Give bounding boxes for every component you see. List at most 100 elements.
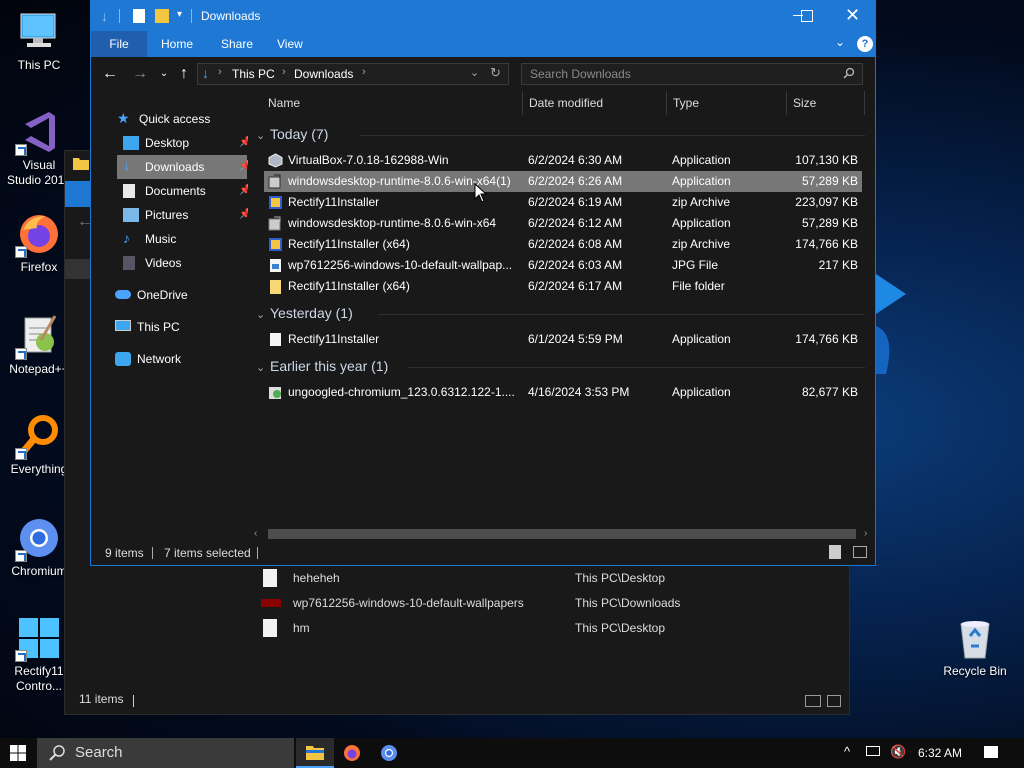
background-nav-selection	[65, 259, 91, 279]
nav-onedrive[interactable]: OneDrive	[115, 283, 245, 307]
column-header-name[interactable]: Name	[268, 91, 300, 115]
nav-desktop[interactable]: Desktop 📌	[123, 131, 251, 155]
taskbar-firefox[interactable]	[343, 744, 361, 762]
network-status-icon[interactable]	[866, 746, 880, 756]
speaker-muted-icon[interactable]: 🔇	[890, 744, 906, 760]
file-row[interactable]: Rectify11Installer (x64) 6/2/2024 6:08 A…	[264, 234, 862, 255]
search-input[interactable]: Search Downloads	[521, 63, 863, 85]
file-date: 6/2/2024 6:19 AM	[528, 195, 623, 209]
column-separator[interactable]	[864, 91, 865, 115]
column-header-date-modified[interactable]: Date modified	[529, 91, 603, 115]
desktop-icon-label: Visual Studio 2017	[6, 158, 72, 187]
search-result-row[interactable]: wp7612256-windows-10-default-wallpapers …	[261, 592, 821, 614]
help-icon[interactable]: ?	[857, 36, 873, 52]
file-size: 57,289 KB	[801, 174, 858, 188]
column-separator[interactable]	[786, 91, 787, 115]
large-icons-view-icon[interactable]	[853, 546, 867, 558]
zip-archive-icon	[268, 195, 283, 210]
notifications-icon[interactable]	[984, 746, 998, 758]
address-dropdown-icon[interactable]: ⌄	[470, 66, 479, 79]
desktop-icon-this-pc[interactable]: This PC	[2, 8, 76, 73]
chevron-down-icon[interactable]: ▾	[177, 9, 182, 20]
address-bar[interactable]: ↓ › This PC › Downloads › ⌄ ↻	[197, 63, 509, 85]
breadcrumb-downloads[interactable]: Downloads	[294, 67, 353, 81]
image-thumbnail-icon	[261, 599, 281, 607]
file-date: 6/2/2024 6:30 AM	[528, 153, 623, 167]
column-header-type[interactable]: Type	[673, 91, 699, 115]
tab-file[interactable]: File	[91, 31, 147, 57]
document-icon	[263, 569, 277, 587]
search-result-row[interactable]: hm This PC\Desktop	[261, 617, 821, 639]
zip-archive-icon	[268, 237, 283, 252]
file-row[interactable]: wp7612256-windows-10-default-wallpap... …	[264, 255, 862, 276]
file-date: 6/1/2024 5:59 PM	[528, 332, 623, 346]
column-separator[interactable]	[666, 91, 667, 115]
background-status-text: 11 items	[79, 692, 124, 706]
search-result-row[interactable]: heheheh This PC\Desktop	[261, 567, 821, 589]
breadcrumb-this-pc[interactable]: This PC	[232, 67, 275, 81]
nav-network[interactable]: Network	[115, 347, 245, 371]
file-row[interactable]: Rectify11Installer (x64) 6/2/2024 6:17 A…	[264, 276, 862, 297]
file-date: 6/2/2024 6:03 AM	[528, 258, 623, 272]
expand-ribbon-icon[interactable]: ⌄	[835, 35, 845, 49]
forward-arrow-icon[interactable]: →	[131, 65, 149, 83]
taskbar-search-box[interactable]: Search	[37, 738, 294, 768]
taskbar-file-explorer[interactable]	[296, 738, 334, 768]
background-window-ribbon	[65, 181, 91, 207]
title-bar[interactable]: ↓ ▾ Downloads ✕	[91, 1, 875, 31]
nav-documents[interactable]: Documents 📌	[123, 179, 251, 203]
file-row[interactable]: windowsdesktop-runtime-8.0.6-win-x64(1) …	[264, 171, 862, 192]
group-header-earlier-this-year[interactable]: ⌄ Earlier this year (1)	[256, 354, 388, 378]
maximize-button[interactable]	[801, 10, 813, 22]
nav-pictures[interactable]: Pictures 📌	[123, 203, 251, 227]
file-size: 174,766 KB	[795, 332, 858, 346]
large-icons-view-icon[interactable]	[827, 695, 841, 707]
result-location: This PC\Desktop	[575, 571, 666, 585]
desktop-icon-recycle-bin[interactable]: Recycle Bin	[938, 614, 1012, 679]
details-view-icon[interactable]	[829, 545, 841, 559]
nav-music[interactable]: ♪ Music	[123, 227, 247, 251]
file-name: windowsdesktop-runtime-8.0.6-win-x64	[288, 216, 497, 230]
back-arrow-icon[interactable]: ←	[101, 65, 119, 83]
horizontal-scrollbar[interactable]: ‹ ›	[248, 527, 875, 541]
file-row[interactable]: ungoogled-chromium_123.0.6312.122-1.... …	[264, 382, 862, 403]
properties-icon[interactable]	[133, 9, 145, 23]
nav-this-pc[interactable]: This PC	[115, 315, 245, 339]
scrollbar-thumb[interactable]	[268, 529, 856, 539]
nav-videos[interactable]: Videos	[123, 251, 247, 275]
nav-downloads[interactable]: ↓ Downloads 📌	[117, 155, 251, 179]
taskbar-chromium[interactable]	[380, 744, 398, 762]
recent-locations-chevron-icon[interactable]: ⌄	[155, 65, 173, 83]
group-header-today[interactable]: ⌄ Today (7)	[256, 122, 328, 146]
tab-share[interactable]: Share	[221, 31, 253, 57]
chevron-up-icon[interactable]: ^	[844, 744, 850, 759]
group-header-yesterday[interactable]: ⌄ Yesterday (1)	[256, 301, 353, 325]
start-button[interactable]	[10, 745, 26, 761]
down-arrow-icon: ↓	[101, 8, 108, 24]
item-count: 9 items	[105, 546, 144, 560]
magnifier-icon	[15, 412, 63, 460]
document-icon	[263, 619, 277, 637]
result-location: This PC\Downloads	[575, 596, 681, 610]
taskbar-clock[interactable]: 6:32 AM	[918, 746, 962, 760]
details-view-icon[interactable]	[805, 695, 821, 707]
tab-home[interactable]: Home	[161, 31, 193, 57]
file-size: 57,289 KB	[801, 216, 858, 230]
nav-quick-access[interactable]: ★ Quick access	[117, 107, 247, 131]
shortcut-arrow-icon	[15, 650, 27, 662]
column-separator[interactable]	[522, 91, 523, 115]
close-button[interactable]: ✕	[845, 5, 860, 26]
file-date: 6/2/2024 6:17 AM	[528, 279, 623, 293]
up-arrow-icon[interactable]: ↑	[175, 65, 193, 83]
file-row[interactable]: windowsdesktop-runtime-8.0.6-win-x64 6/2…	[264, 213, 862, 234]
scroll-left-icon[interactable]: ‹	[254, 528, 257, 539]
scroll-right-icon[interactable]: ›	[864, 528, 867, 539]
file-row[interactable]: Rectify11Installer 6/2/2024 6:19 AM zip …	[264, 192, 862, 213]
explorer-window[interactable]: ↓ ▾ Downloads ✕ File Home Share View ⌄ ?…	[90, 0, 876, 566]
tab-view[interactable]: View	[277, 31, 303, 57]
file-row[interactable]: Rectify11Installer 6/1/2024 5:59 PM Appl…	[264, 329, 862, 350]
column-header-size[interactable]: Size	[793, 91, 816, 115]
refresh-icon[interactable]: ↻	[490, 65, 501, 81]
file-row[interactable]: VirtualBox-7.0.18-162988-Win 6/2/2024 6:…	[264, 150, 862, 171]
new-folder-icon[interactable]	[155, 9, 169, 23]
